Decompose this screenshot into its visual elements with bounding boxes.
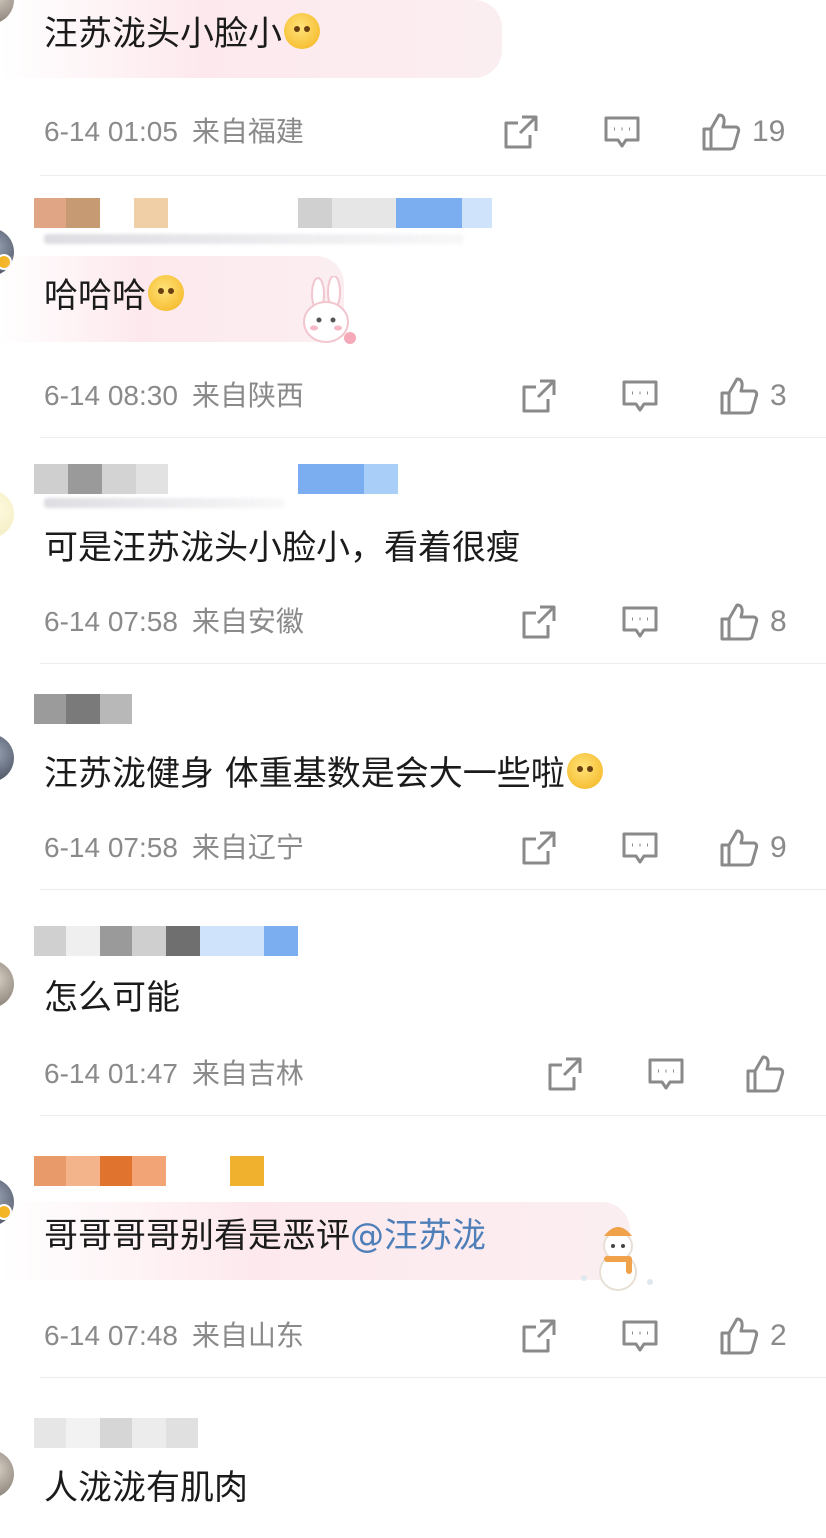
comment-meta: 6-14 08:30 来自陕西 [44, 378, 304, 414]
comment-text: 怎么可能 [44, 976, 180, 1020]
reply-button[interactable] [620, 602, 660, 642]
username-redacted [34, 464, 398, 494]
comment-meta: 6-14 07:58 来自安徽 [44, 604, 304, 640]
comment-meta: 6-14 07:58 来自辽宁 [44, 830, 304, 866]
comment-location: 来自安徽 [191, 606, 304, 637]
like-count: 3 [770, 379, 787, 412]
comment-meta: 6-14 07:48 来自山东 [44, 1318, 304, 1354]
avatar[interactable] [0, 960, 14, 1008]
username-redacted [34, 198, 492, 228]
username-suffix-redacted [44, 234, 464, 244]
comment-text: 哈哈哈 [44, 274, 184, 318]
comment-item: 可是汪苏泷头小脸小，看着很瘦 6-14 07:58 来自安徽 8 [0, 438, 826, 664]
comment-location: 来自福建 [191, 116, 304, 147]
comment-item: 怎么可能 6-14 01:47 来自吉林 [0, 890, 826, 1116]
comment-body: 哥哥哥哥别看是恶评 [44, 1216, 350, 1256]
comment-text: 人泷泷有肌肉 [44, 1466, 248, 1510]
avatar[interactable] [0, 490, 14, 538]
comment-body: 哈哈哈 [44, 276, 146, 316]
thumbs-up-icon [702, 113, 741, 151]
avatar[interactable] [0, 1450, 14, 1498]
comment-body: 人泷泷有肌肉 [44, 1468, 248, 1508]
thumbs-up-icon [720, 377, 759, 415]
comment-location: 来自山东 [191, 1320, 304, 1351]
comment-text: 汪苏泷头小脸小 [44, 12, 320, 56]
share-button[interactable] [520, 828, 558, 868]
reply-button[interactable] [646, 1054, 686, 1094]
reply-button[interactable] [620, 828, 660, 868]
like-count: 2 [770, 1319, 787, 1352]
like-button[interactable]: 2 [718, 1316, 787, 1356]
username-redacted [34, 1156, 264, 1186]
comment-icon [648, 1058, 684, 1090]
comment-date: 6-14 08:30 [44, 380, 178, 411]
thinking-emoji-icon [148, 275, 184, 311]
comment-icon [622, 832, 658, 864]
mention-link[interactable]: @汪苏泷 [350, 1216, 486, 1256]
reply-button[interactable] [620, 376, 660, 416]
thumbs-up-icon [746, 1055, 785, 1093]
reply-button[interactable] [620, 1316, 660, 1356]
comment-icon [622, 380, 658, 412]
like-button[interactable]: 9 [718, 828, 787, 868]
like-button[interactable]: 19 [700, 112, 785, 152]
share-icon [522, 1319, 556, 1353]
thumbs-up-icon [720, 603, 759, 641]
comment-item: 哈哈哈 6-14 08:30 来自陕西 3 [0, 176, 826, 438]
pleading-emoji-icon [566, 753, 603, 789]
share-button[interactable] [546, 1054, 584, 1094]
like-count: 19 [752, 115, 786, 148]
comment-text: 可是汪苏泷头小脸小，看着很瘦 [44, 526, 520, 570]
comment-location: 来自辽宁 [191, 832, 304, 863]
like-button[interactable] [744, 1054, 796, 1094]
comment-text: 汪苏泷健身 体重基数是会大一些啦 [44, 752, 603, 796]
comment-date: 6-14 07:58 [44, 832, 178, 863]
comment-location: 来自吉林 [191, 1058, 304, 1089]
comment-location: 来自陕西 [191, 380, 304, 411]
bunny-sticker-icon [303, 276, 356, 344]
comment-item: 汪苏泷头小脸小 6-14 01:05 来自福建 19 [0, 0, 826, 176]
thumbs-up-icon [720, 1317, 759, 1355]
comment-icon [622, 606, 658, 638]
comment-date: 6-14 07:58 [44, 606, 178, 637]
comment-text: 哥哥哥哥别看是恶评@汪苏泷 [44, 1214, 486, 1258]
share-icon [522, 379, 556, 413]
comment-meta: 6-14 01:47 来自吉林 [44, 1056, 304, 1092]
like-count: 8 [770, 605, 787, 638]
comment-icon [622, 1320, 658, 1352]
comment-body: 可是汪苏泷头小脸小，看着很瘦 [44, 528, 520, 568]
share-button[interactable] [520, 602, 558, 642]
username-redacted [34, 1418, 198, 1448]
comment-body: 汪苏泷健身 体重基数是会大一些啦 [44, 754, 565, 794]
share-icon [548, 1057, 582, 1091]
thumbs-up-icon [720, 829, 759, 867]
comment-date: 6-14 01:47 [44, 1058, 178, 1089]
username-redacted [34, 926, 298, 956]
username-redacted [34, 694, 132, 724]
like-count: 9 [770, 831, 787, 864]
crying-emoji-icon [284, 13, 320, 49]
snowman-sticker-icon [581, 1227, 653, 1291]
reply-button[interactable] [602, 112, 642, 152]
like-button[interactable]: 3 [718, 376, 787, 416]
comment-item: 人泷泷有肌肉 [0, 1378, 826, 1538]
share-icon [504, 115, 538, 149]
comment-body: 汪苏泷头小脸小 [44, 14, 282, 54]
comment-date: 6-14 07:48 [44, 1320, 178, 1351]
share-icon [522, 605, 556, 639]
share-button[interactable] [520, 1316, 558, 1356]
share-button[interactable] [520, 376, 558, 416]
comment-meta: 6-14 01:05 来自福建 [44, 114, 304, 150]
comment-icon [604, 116, 640, 148]
comment-date: 6-14 01:05 [44, 116, 178, 147]
share-button[interactable] [502, 112, 540, 152]
username-suffix-redacted [44, 498, 284, 508]
like-button[interactable]: 8 [718, 602, 787, 642]
comment-body: 怎么可能 [44, 978, 180, 1018]
comment-item: 哥哥哥哥别看是恶评@汪苏泷 6-14 07:48 来自山东 2 [0, 1116, 826, 1378]
avatar[interactable] [0, 734, 14, 782]
share-icon [522, 831, 556, 865]
comment-item: 汪苏泷健身 体重基数是会大一些啦 6-14 07:58 来自辽宁 9 [0, 664, 826, 890]
